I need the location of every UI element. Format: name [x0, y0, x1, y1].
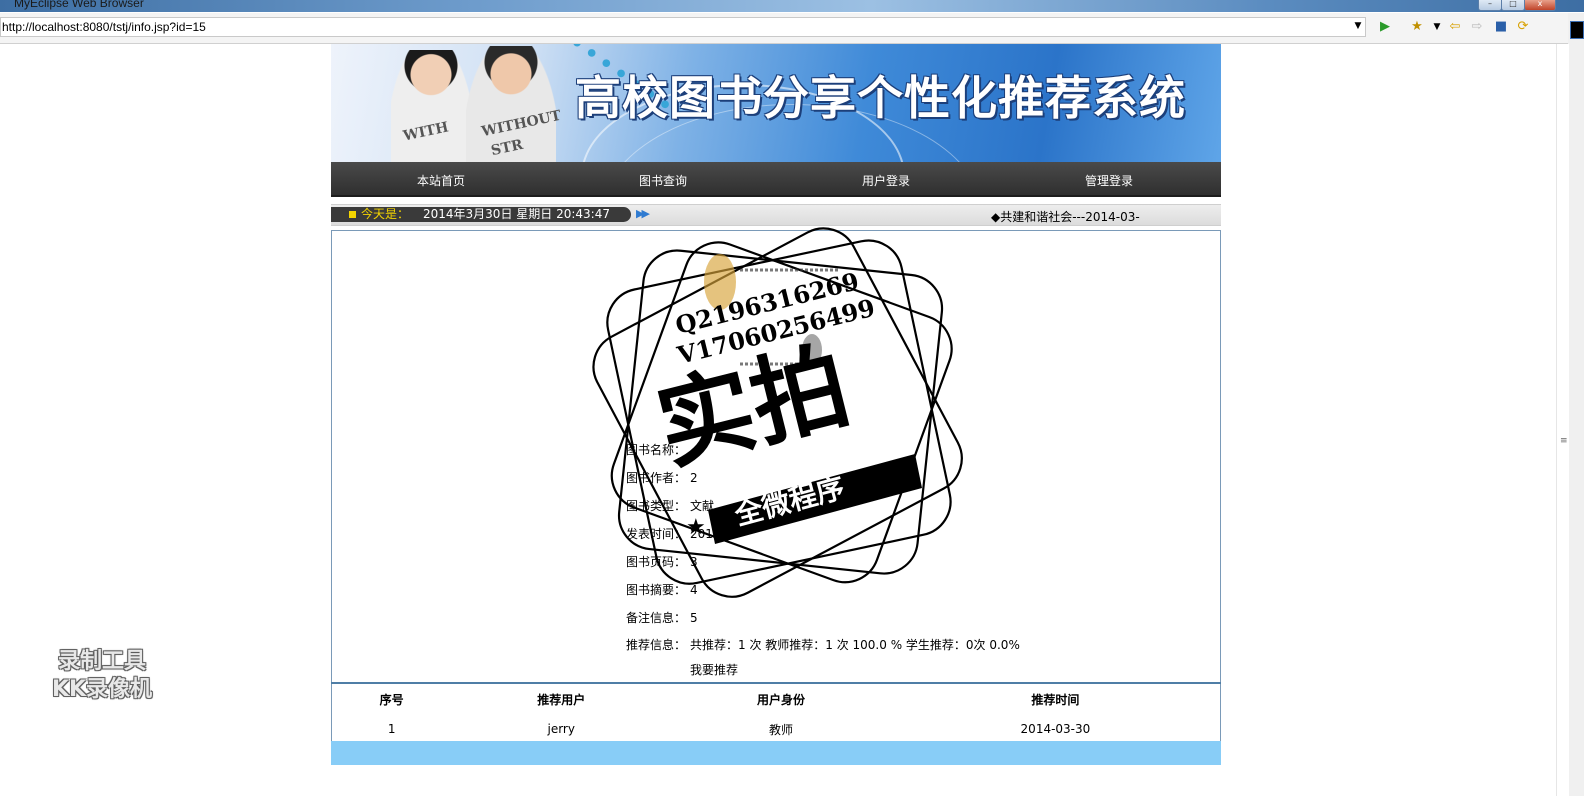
field-value: 5 [690, 611, 698, 625]
nav-home[interactable]: 本站首页 [386, 172, 496, 189]
table-header-row: 序号 推荐用户 用户身份 推荐时间 [332, 683, 1221, 714]
maximize-button[interactable]: □ [1501, 0, 1525, 11]
recommendation-table: 序号 推荐用户 用户身份 推荐时间 1 jerry 教师 2014-03-30 [331, 682, 1221, 745]
news-marquee[interactable]: ◆共建和谐社会---2014-03- [991, 208, 1140, 225]
window-title: MyEclipse Web Browser [14, 0, 144, 10]
column-header-user: 推荐用户 [537, 692, 586, 707]
field-recommend-info: 推荐信息： 共推荐：1 次 教师推荐：1 次 100.0 % 学生推荐：0次 0.… [626, 636, 1020, 653]
recorder-watermark: 录制工具 KK录像机 [32, 648, 172, 704]
favorites-icon[interactable]: ★ [1408, 19, 1426, 35]
cell-index: 1 [331, 714, 452, 745]
banner: ● ● ● ● ● ● ● ● WITH WITHOUT STR 高校图书分享个… [331, 44, 1221, 162]
bullet-icon [349, 211, 356, 218]
nav-admin-login[interactable]: 管理登录 [1054, 172, 1164, 189]
cell-time: 2014-03-30 [890, 714, 1221, 745]
main-nav: 本站首页 图书查询 用户登录 管理登录 [331, 162, 1221, 197]
fast-forward-icon: ▶▶ [636, 207, 650, 220]
banner-person-girl [391, 50, 471, 162]
nav-user-login[interactable]: 用户登录 [831, 172, 941, 189]
date-pill: 今天是： 2014年3月30日 星期日 20:43:47 [331, 207, 631, 222]
browser-toolbar: http://localhost:8080/tstj/info.jsp?id=1… [0, 13, 1584, 44]
footer [331, 741, 1221, 765]
column-header-role: 用户身份 [756, 692, 805, 707]
chevron-down-icon[interactable]: ▼ [1352, 19, 1364, 33]
scroll-grip-icon[interactable]: ≡ [1560, 436, 1568, 446]
field-label: 推荐信息： [626, 638, 687, 652]
current-date: 2014年3月30日 星期日 20:43:47 [423, 207, 610, 221]
url-input[interactable]: http://localhost:8080/tstj/info.jsp?id=1… [0, 17, 1366, 37]
close-button[interactable]: x [1524, 0, 1556, 11]
site-title: 高校图书分享个性化推荐系统 [575, 71, 1186, 125]
watermark-line: 录制工具 [57, 649, 146, 674]
cell-user: jerry [451, 714, 672, 745]
column-header-index: 序号 [379, 692, 404, 707]
date-label: 今天是： [361, 207, 410, 221]
refresh-icon[interactable]: ⟳ [1514, 19, 1532, 35]
stop-icon[interactable]: ■ [1492, 19, 1510, 35]
star-icon: ★ [898, 457, 918, 482]
table-row: 1 jerry 教师 2014-03-30 [331, 714, 1221, 745]
minimize-button[interactable]: – [1478, 0, 1502, 11]
watermark-line: KK录像机 [51, 677, 153, 702]
recommend-link[interactable]: 我要推荐 [690, 661, 738, 678]
go-icon[interactable]: ▶ [1376, 19, 1394, 35]
ide-edge [1568, 13, 1584, 796]
cell-role: 教师 [671, 714, 891, 745]
forward-icon[interactable]: ⇨ [1468, 19, 1486, 35]
star-icon: ★ [686, 515, 706, 540]
stamp-overlay: Q2196316269 V17060256499 实拍 全微程序 ★ ★ [592, 227, 963, 598]
favorites-dropdown-icon[interactable]: ▼ [1428, 19, 1446, 35]
browser-title-bar: MyEclipse Web Browser – □ x [0, 0, 1584, 12]
ide-button[interactable] [1570, 21, 1584, 39]
nav-book-search[interactable]: 图书查询 [608, 172, 718, 189]
column-header-time: 推荐时间 [1031, 692, 1080, 707]
back-icon[interactable]: ⇦ [1446, 19, 1464, 35]
field-value: 共推荐：1 次 教师推荐：1 次 100.0 % 学生推荐：0次 0.0% [690, 638, 1020, 652]
scrollbar[interactable]: ≡ [1556, 44, 1569, 796]
